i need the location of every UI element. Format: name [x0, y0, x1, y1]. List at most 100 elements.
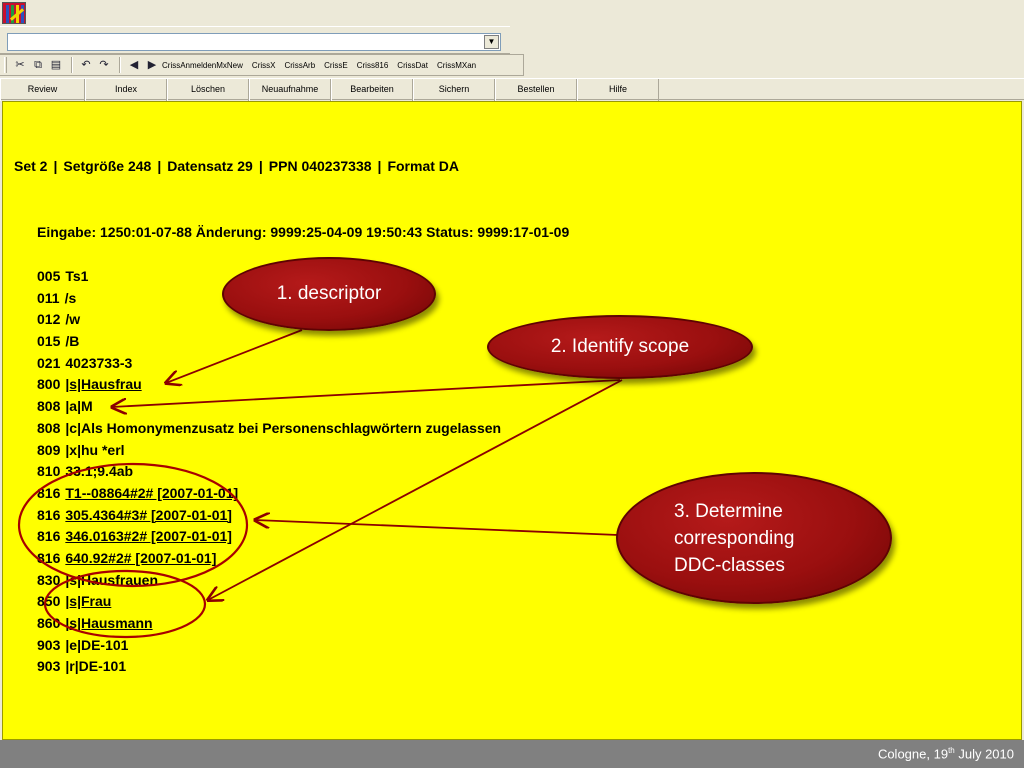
field-value: |x|hu *erl — [65, 441, 125, 458]
field-row: 860 |s|Hausmann — [37, 613, 501, 635]
order-button[interactable]: Bestellen — [495, 79, 577, 101]
function-button-bar: Review Index Löschen Neuaufnahme Bearbei… — [0, 78, 1024, 101]
record-format: Format DA — [387, 158, 460, 174]
field-tag: 800 — [37, 376, 61, 393]
paste-icon[interactable]: ▤ — [48, 57, 64, 73]
field-value: /s — [64, 289, 77, 306]
field-value: Ts1 — [65, 268, 89, 284]
field-value: |r|DE-101 — [65, 658, 127, 675]
dropdown-arrow-icon[interactable]: ▼ — [484, 35, 499, 49]
field-row: 830 |s|Hausfrauen — [37, 570, 501, 592]
field-value: |e|DE-101 — [65, 636, 129, 653]
related-term-link[interactable]: |s|Frau — [65, 593, 111, 609]
undo-icon[interactable]: ↶ — [78, 57, 94, 73]
descriptor-link[interactable]: |s|Hausfrau — [65, 376, 141, 392]
copy-icon[interactable]: ⧉ — [30, 57, 46, 73]
footer-location-date: Cologne, 19th July 2010 — [877, 746, 1014, 762]
field-row-ddc: 816 346.0163#2# [2007-01-01] — [37, 526, 501, 548]
field-tag: 816 — [37, 549, 61, 566]
command-combo-panel: ▼ — [0, 26, 510, 54]
field-tag: 005 — [37, 268, 61, 284]
save-button[interactable]: Sichern — [413, 79, 495, 101]
annotation-identify-scope: 2. Identify scope — [487, 315, 753, 379]
record-header: Set 2 | Setgröße 248 | Datensatz 29 | PPN 0402… — [14, 158, 460, 174]
field-value: 4023733-3 — [65, 354, 133, 371]
ddc-link[interactable]: 346.0163#2# [2007-01-01] — [65, 528, 232, 544]
field-tag: 816 — [37, 484, 61, 501]
field-tag: 809 — [37, 441, 61, 458]
annotation-descriptor: 1. descriptor — [222, 257, 436, 331]
field-row-ddc: 816 640.92#2# [2007-01-01] — [37, 548, 501, 570]
field-tag: 810 — [37, 463, 61, 480]
toolbar-command-criss816[interactable]: Criss816 — [357, 61, 389, 70]
ddc-link[interactable]: 305.4364#3# [2007-01-01] — [65, 507, 232, 523]
annotation-descriptor-text: 1. descriptor — [276, 283, 382, 304]
app-logo-icon[interactable] — [2, 2, 26, 24]
new-record-button[interactable]: Neuaufnahme — [249, 79, 331, 101]
set-number: Set 2 — [14, 158, 48, 174]
field-tag: 850 — [37, 593, 61, 610]
ppn: PPN 040237338 — [268, 158, 372, 174]
field-row: 850 |s|Frau — [37, 591, 501, 613]
field-row: 809 |x|hu *erl — [37, 440, 501, 462]
field-tag: 816 — [37, 506, 61, 523]
toolbar-command-criss-anmelden[interactable]: CrissAnmeldenMxNew — [162, 61, 243, 70]
toolbar-command-crissx[interactable]: CrissX — [252, 61, 276, 70]
related-term-link[interactable]: |s|Hausmann — [65, 615, 152, 631]
annotation-scope-text: 2. Identify scope — [550, 336, 690, 357]
record-meta-line: Eingabe: 1250:01-07-88 Änderung: 9999:25… — [37, 224, 570, 240]
field-value: |a|M — [65, 398, 93, 415]
field-tag: 860 — [37, 615, 61, 631]
annotation-ddc-classes: 3. Determine corresponding DDC-classes — [616, 472, 892, 604]
field-tag: 011 — [37, 289, 60, 306]
forward-arrow-icon[interactable]: ▶ — [144, 57, 160, 73]
edit-button[interactable]: Bearbeiten — [331, 79, 413, 101]
record-fields: 005 Ts1 011/s 012/w 015/B 021 4023733-3 80… — [37, 266, 501, 678]
field-tag: 903 — [37, 658, 61, 675]
cut-icon[interactable]: ✂ — [12, 57, 28, 73]
field-row-descriptor: 800 |s|Hausfrau — [37, 374, 501, 396]
field-tag: 808 — [37, 398, 61, 415]
field-tag: 808 — [37, 419, 61, 436]
field-value: 33.1;9.4ab — [65, 463, 134, 480]
toolbar-command-crisse[interactable]: CrissE — [324, 61, 348, 70]
ddc-link[interactable]: T1--08864#2# [2007-01-01] — [65, 485, 238, 501]
toolbar-grip[interactable] — [4, 57, 7, 73]
field-row-ddc: 816 T1--08864#2# [2007-01-01] — [37, 483, 501, 505]
toolbar-command-crissarb[interactable]: CrissArb — [284, 61, 315, 70]
field-tag: 816 — [37, 528, 61, 545]
index-button[interactable]: Index — [85, 79, 167, 101]
field-tag: 021 — [37, 354, 61, 371]
field-row: 903 |e|DE-101 — [37, 635, 501, 657]
field-value: /w — [65, 311, 81, 328]
field-tag: 903 — [37, 636, 61, 653]
help-button[interactable]: Hilfe — [577, 79, 659, 101]
redo-icon[interactable]: ↷ — [96, 57, 112, 73]
toolbar-command-crissmxan[interactable]: CrissMXan — [437, 61, 476, 70]
field-value: |s|Hausfrauen — [65, 571, 158, 588]
field-row: 808 |c|Als Homonymenzusatz bei Personensc… — [37, 418, 501, 440]
field-tag: 830 — [37, 571, 61, 588]
field-value: /B — [65, 333, 80, 350]
field-tag: 012 — [37, 311, 61, 328]
field-row-ddc: 816 305.4364#3# [2007-01-01] — [37, 505, 501, 527]
delete-button[interactable]: Löschen — [167, 79, 249, 101]
toolbar: ✂ ⧉ ▤ ↶ ↷ ◀ ▶ CrissAnmeldenMxNew CrissX … — [0, 54, 524, 76]
field-row: 810 33.1;9.4ab — [37, 461, 501, 483]
field-row: 015/B — [37, 331, 501, 353]
record-display: Set 2 | Setgröße 248 | Datensatz 29 | PPN 0402… — [2, 101, 1022, 740]
record-number: Datensatz 29 — [167, 158, 253, 174]
field-row: 021 4023733-3 — [37, 353, 501, 375]
ddc-link[interactable]: 640.92#2# [2007-01-01] — [65, 550, 216, 566]
toolbar-command-crissdat[interactable]: CrissDat — [397, 61, 428, 70]
field-value: |c|Als Homonymenzusatz bei Personenschla… — [65, 419, 502, 436]
review-button[interactable]: Review — [0, 79, 85, 101]
back-arrow-icon[interactable]: ◀ — [126, 57, 142, 73]
field-row: 808 |a|M — [37, 396, 501, 418]
field-row: 903 |r|DE-101 — [37, 656, 501, 678]
annotation-ddc-text: 3. Determine corresponding DDC-classes — [674, 500, 795, 576]
slide-footer: Cologne, 19th July 2010 — [0, 740, 1024, 768]
field-tag: 015 — [37, 333, 61, 350]
command-combobox[interactable]: ▼ — [7, 33, 501, 51]
set-size: Setgröße 248 — [63, 158, 152, 174]
